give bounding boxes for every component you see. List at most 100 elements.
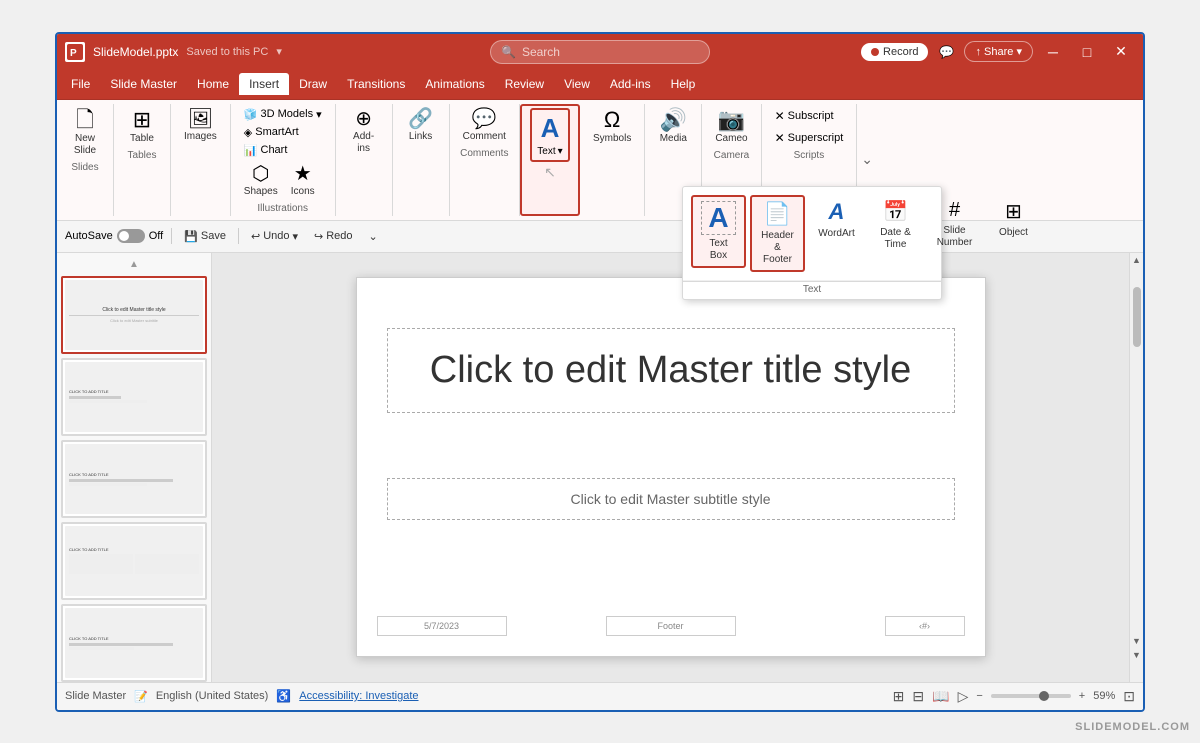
addins-button[interactable]: ⊕ Add-ins xyxy=(344,106,384,158)
object-icon: ⊞ xyxy=(1005,199,1022,224)
notes-icon[interactable]: 📝 xyxy=(134,690,148,703)
symbols-button[interactable]: Ω Symbols xyxy=(588,106,636,148)
datetime-dropdown-label: Date &Time xyxy=(880,227,911,251)
comment-ribbon-button[interactable]: 💬 Comment xyxy=(458,106,511,146)
minimize-button[interactable]: ─ xyxy=(1039,40,1067,64)
search-input[interactable] xyxy=(522,45,682,59)
3d-models-button[interactable]: 🧊 3D Models ▾ xyxy=(239,106,327,123)
slide-canvas[interactable]: Click to edit Master title style Click t… xyxy=(356,277,986,657)
smartart-button[interactable]: ◈ SmartArt xyxy=(239,124,327,141)
datetime-icon: 📅 xyxy=(883,199,908,224)
save-button[interactable]: 💾 Save xyxy=(180,228,230,245)
scroll-down-arrow-1[interactable]: ▼ xyxy=(1130,634,1144,648)
panel-scroll-up[interactable]: ▲ xyxy=(61,257,207,272)
menu-home[interactable]: Home xyxy=(187,73,239,95)
new-slide-button[interactable]: 🗋 NewSlide xyxy=(65,106,105,160)
cameo-button[interactable]: 📷 Cameo xyxy=(710,106,752,148)
more-quick-access-button[interactable]: ⌄ xyxy=(365,228,382,245)
slide-subtitle-area[interactable]: Click to edit Master subtitle style xyxy=(387,478,955,520)
scroll-up-arrow[interactable]: ▲ xyxy=(1130,253,1144,267)
grid-view-button[interactable]: ⊟ xyxy=(912,688,924,705)
canvas-area: Click to edit Master title style Click t… xyxy=(212,253,1129,682)
text-button[interactable]: A Text ▾ xyxy=(530,108,570,162)
zoom-in-button[interactable]: + xyxy=(1079,690,1085,702)
title-bar: P SlideModel.pptx Saved to this PC ▾ 🔍 R… xyxy=(57,34,1143,70)
datetime-dropdown-button[interactable]: 📅 Date &Time xyxy=(868,195,923,255)
icons-button[interactable]: ★ Icons xyxy=(285,161,321,201)
slide-thumb-4[interactable]: CLICK TO ADD TITLE xyxy=(61,522,207,600)
share-button[interactable]: ↑ Share ▾ xyxy=(964,41,1033,62)
redo-button[interactable]: ↪ Redo xyxy=(310,228,357,245)
scroll-track[interactable] xyxy=(1130,267,1143,634)
textbox-dropdown-button[interactable]: A TextBox xyxy=(691,195,746,268)
slide-thumb-5[interactable]: CLICK TO ADD TITLE xyxy=(61,604,207,682)
search-icon: 🔍 xyxy=(501,45,516,59)
scrollbar-vertical[interactable]: ▲ ▼ ▼ xyxy=(1129,253,1143,682)
autosave-switch[interactable] xyxy=(117,229,145,243)
undo-button[interactable]: ↩ Undo ▾ xyxy=(247,228,302,245)
comments-group-label: Comments xyxy=(458,148,511,159)
slide-thumb-2[interactable]: CLICK TO ADD TITLE xyxy=(61,358,207,436)
slide-title-area[interactable]: Click to edit Master title style xyxy=(387,328,955,413)
header-footer-dropdown-button[interactable]: 📄 Header& Footer xyxy=(750,195,805,272)
scroll-thumb[interactable] xyxy=(1133,287,1141,347)
maximize-button[interactable]: □ xyxy=(1073,40,1101,64)
menu-transitions[interactable]: Transitions xyxy=(337,73,415,95)
slide-thumb-3[interactable]: CLICK TO ADD TITLE xyxy=(61,440,207,518)
superscript-button[interactable]: ✕ Superscript xyxy=(770,128,849,148)
header-footer-dropdown-label: Header& Footer xyxy=(760,230,795,266)
menu-addins[interactable]: Add-ins xyxy=(600,73,661,95)
menu-slide-master[interactable]: Slide Master xyxy=(100,73,187,95)
zoom-out-button[interactable]: − xyxy=(976,690,982,702)
menu-insert[interactable]: Insert xyxy=(239,73,289,95)
menu-help[interactable]: Help xyxy=(661,73,706,95)
comment-button[interactable]: 💬 xyxy=(934,40,958,64)
menu-view[interactable]: View xyxy=(554,73,600,95)
presenter-view-button[interactable]: ▷ xyxy=(958,688,969,705)
table-icon: ⊞ xyxy=(133,109,151,131)
addins-label: Add-ins xyxy=(353,131,374,155)
slide-number-dropdown-button[interactable]: # SlideNumber xyxy=(927,195,982,253)
slide-title-text: Click to edit Master title style xyxy=(387,328,955,413)
text-dropdown-row-1: A TextBox 📄 Header& Footer A WordArt 📅 D… xyxy=(683,187,941,281)
tables-group-label: Tables xyxy=(122,150,162,161)
app-icon: P xyxy=(65,42,85,62)
subscript-button[interactable]: ✕ Subscript xyxy=(770,106,849,126)
autosave-state: Off xyxy=(149,230,163,242)
comment-ribbon-icon: 💬 xyxy=(472,109,497,129)
chart-button[interactable]: 📊 Chart xyxy=(239,142,327,159)
wordart-dropdown-button[interactable]: A WordArt xyxy=(809,195,864,244)
ribbon-group-images: 🖼 Images xyxy=(171,104,231,216)
title-bar-left: P SlideModel.pptx Saved to this PC ▾ xyxy=(65,42,490,62)
menu-animations[interactable]: Animations xyxy=(415,73,494,95)
slide-view-button[interactable]: ⊞ xyxy=(893,688,905,705)
table-button[interactable]: ⊞ Table xyxy=(122,106,162,148)
slide-thumb-4-inner: CLICK TO ADD TITLE xyxy=(65,526,203,596)
scroll-down-arrow-2[interactable]: ▼ xyxy=(1130,648,1144,662)
search-box[interactable]: 🔍 xyxy=(490,40,710,64)
table-label: Table xyxy=(130,133,154,145)
icons-icon: ★ xyxy=(294,164,312,184)
fit-slide-button[interactable]: ⊡ xyxy=(1123,688,1135,705)
object-dropdown-button[interactable]: ⊞ Object xyxy=(986,195,1041,243)
menu-file[interactable]: File xyxy=(61,73,100,95)
close-button[interactable]: ✕ xyxy=(1107,40,1135,64)
wordart-dropdown-label: WordArt xyxy=(818,228,855,240)
images-button[interactable]: 🖼 Images xyxy=(179,106,222,146)
cameo-icon: 📷 xyxy=(718,109,745,131)
dropdown-chevron-icon[interactable]: ▾ xyxy=(276,45,282,58)
text-section-label: Text xyxy=(683,281,941,299)
links-button[interactable]: 🔗 Links xyxy=(401,106,441,146)
slide-thumb-1[interactable]: Click to edit Master title style Click t… xyxy=(61,276,207,354)
slide-thumb-2-inner: CLICK TO ADD TITLE xyxy=(65,362,203,432)
reading-view-button[interactable]: 📖 xyxy=(932,688,949,705)
menu-draw[interactable]: Draw xyxy=(289,73,337,95)
record-dot-icon xyxy=(871,48,879,56)
record-button[interactable]: Record xyxy=(861,43,928,61)
media-button[interactable]: 🔊 Media xyxy=(653,106,693,148)
menu-review[interactable]: Review xyxy=(495,73,554,95)
watermark: SLIDEMODEL.COM xyxy=(1075,721,1190,733)
zoom-slider[interactable] xyxy=(991,694,1071,698)
shapes-button[interactable]: ⬡ Shapes xyxy=(239,161,283,201)
ribbon-row-images: 🖼 Images xyxy=(179,106,222,146)
